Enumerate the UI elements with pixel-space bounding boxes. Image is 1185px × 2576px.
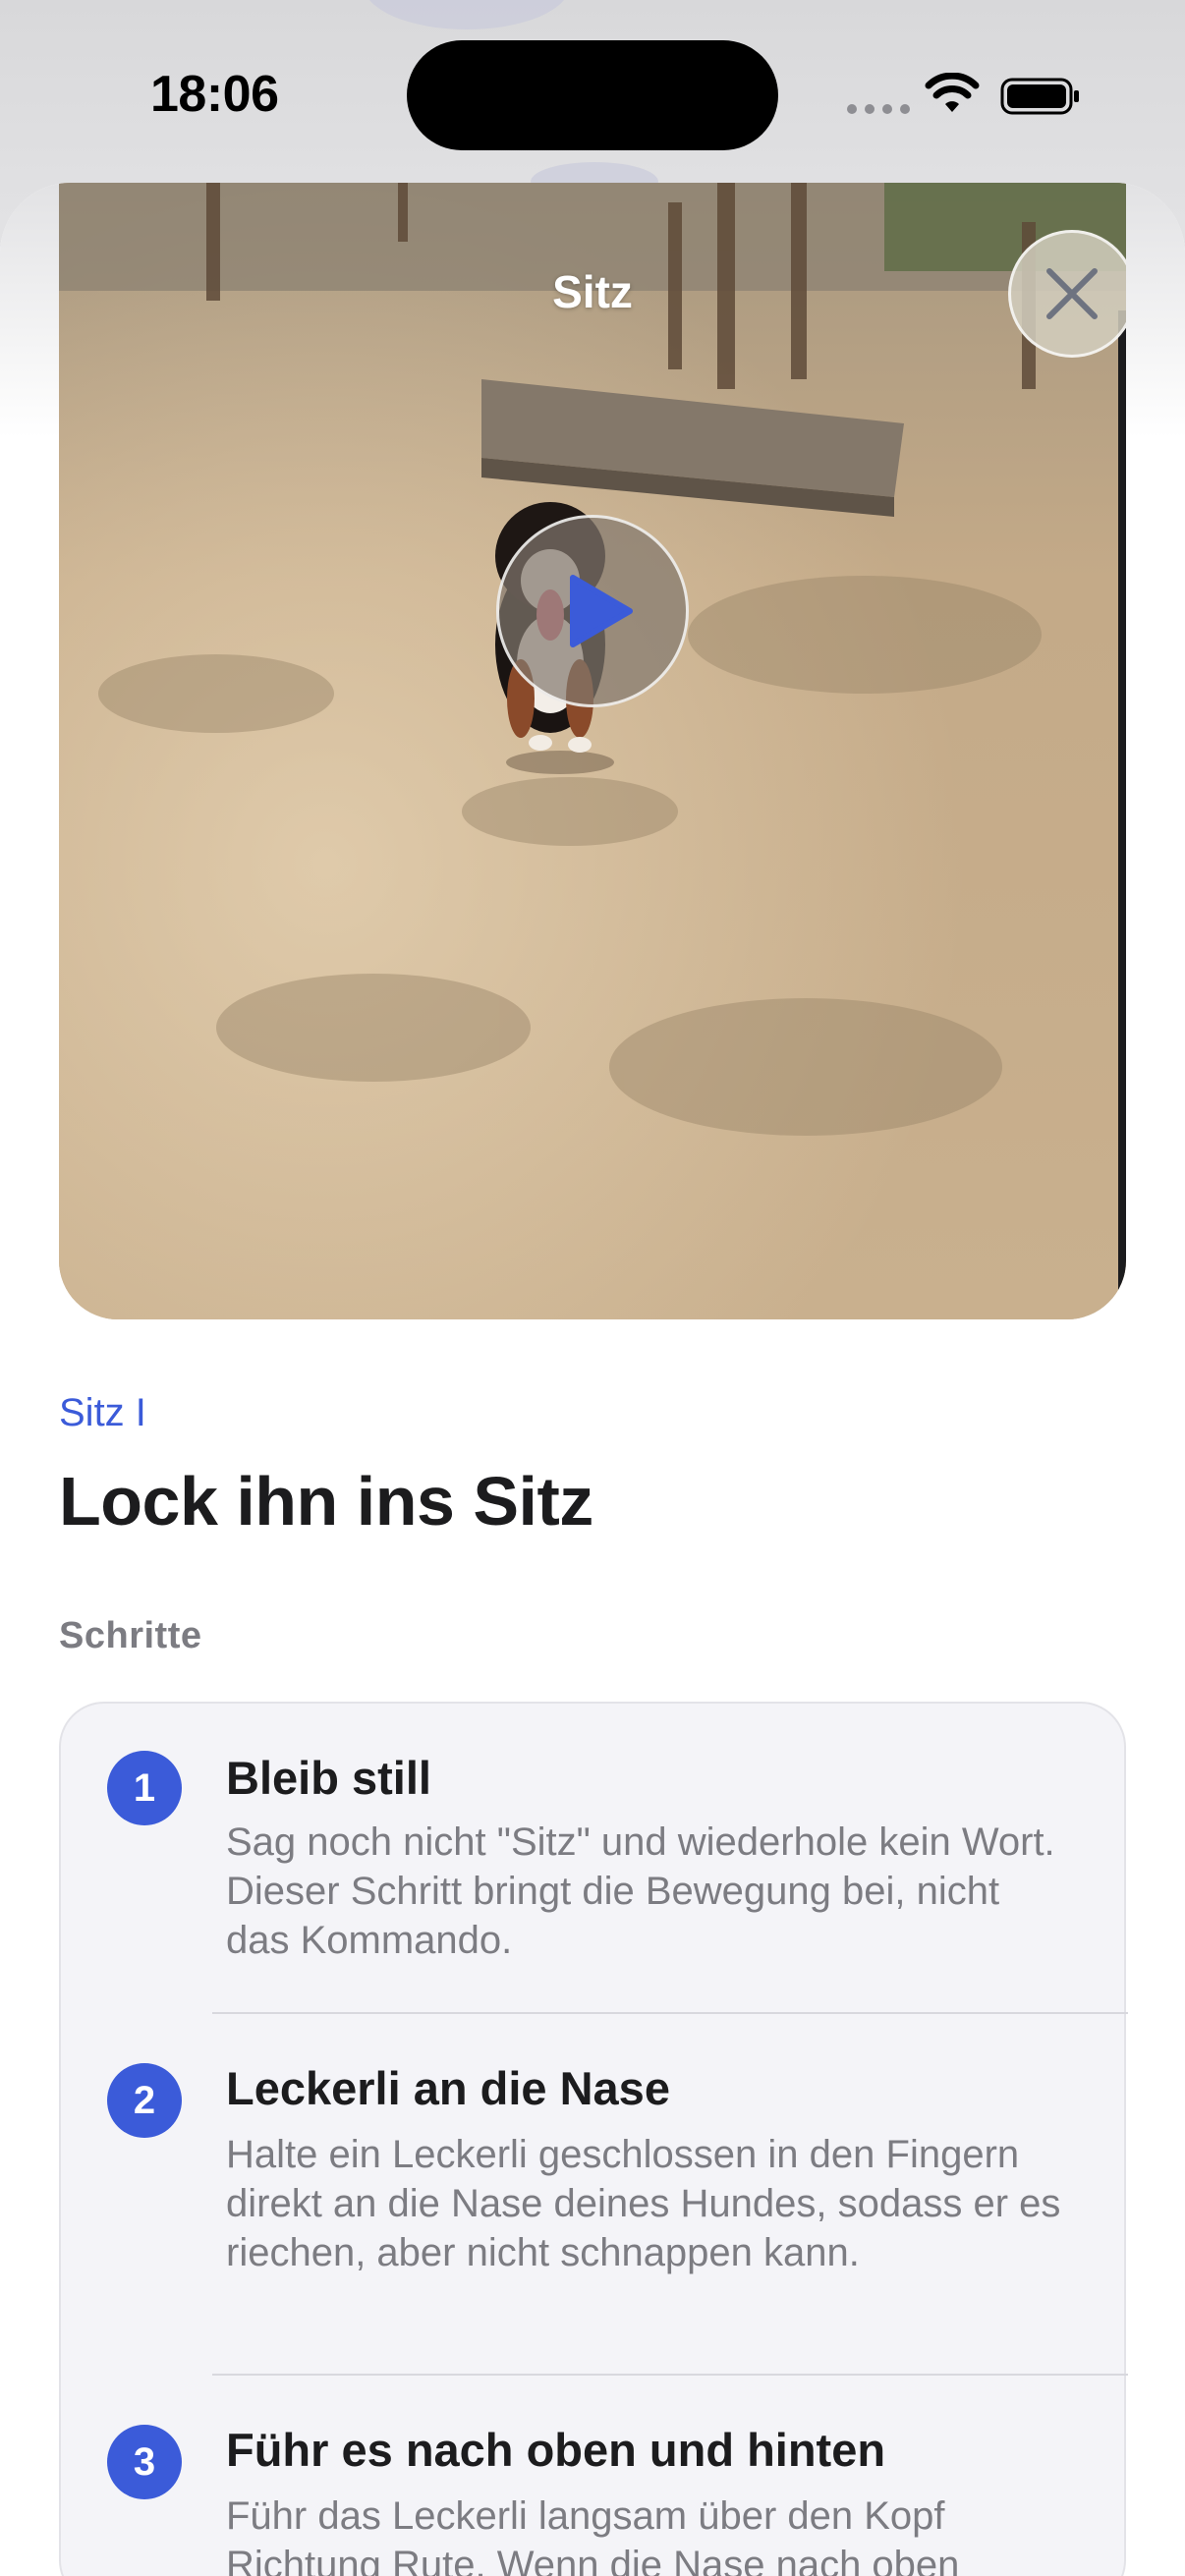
step-title: Führ es nach oben und hinten (226, 2424, 886, 2476)
video-title: Sitz (552, 266, 633, 317)
step-number-badge: 1 (107, 1751, 182, 1825)
video-player[interactable]: Sitz (59, 183, 1126, 1319)
lesson-subtitle: Sitz I (59, 1391, 146, 1434)
status-bar: 18:06 (0, 0, 1185, 187)
step-description: Führ das Leckerli langsam über den Kopf … (226, 2494, 960, 2576)
close-icon (1046, 268, 1098, 319)
lesson-title: Lock ihn ins Sitz (59, 1463, 593, 1540)
video-thumbnail (59, 183, 1126, 1319)
step-divider (212, 2012, 1128, 2014)
step-title: Bleib still (226, 1752, 431, 1804)
step-description: Halte ein Leckerli geschlossen in den Fi… (226, 2133, 1061, 2274)
step-number-badge: 2 (107, 2063, 182, 2138)
dynamic-island (407, 40, 778, 150)
battery-icon (1000, 78, 1079, 115)
steps-card: 1 Bleib still Sag noch nicht "Sitz" und … (59, 1702, 1128, 2576)
step-divider (212, 2374, 1128, 2376)
status-time: 18:06 (150, 66, 279, 123)
play-button[interactable] (496, 515, 689, 707)
wifi-icon (925, 73, 980, 112)
step-description: Sag noch nicht "Sitz" und wiederhole kei… (226, 1820, 1055, 1962)
play-icon (570, 575, 633, 647)
steps-section-label: Schritte (59, 1615, 202, 1656)
close-button[interactable] (1008, 230, 1126, 358)
step-title: Leckerli an die Nase (226, 2062, 670, 2114)
signal-dots-icon (847, 104, 910, 114)
step-number-badge: 3 (107, 2425, 182, 2499)
